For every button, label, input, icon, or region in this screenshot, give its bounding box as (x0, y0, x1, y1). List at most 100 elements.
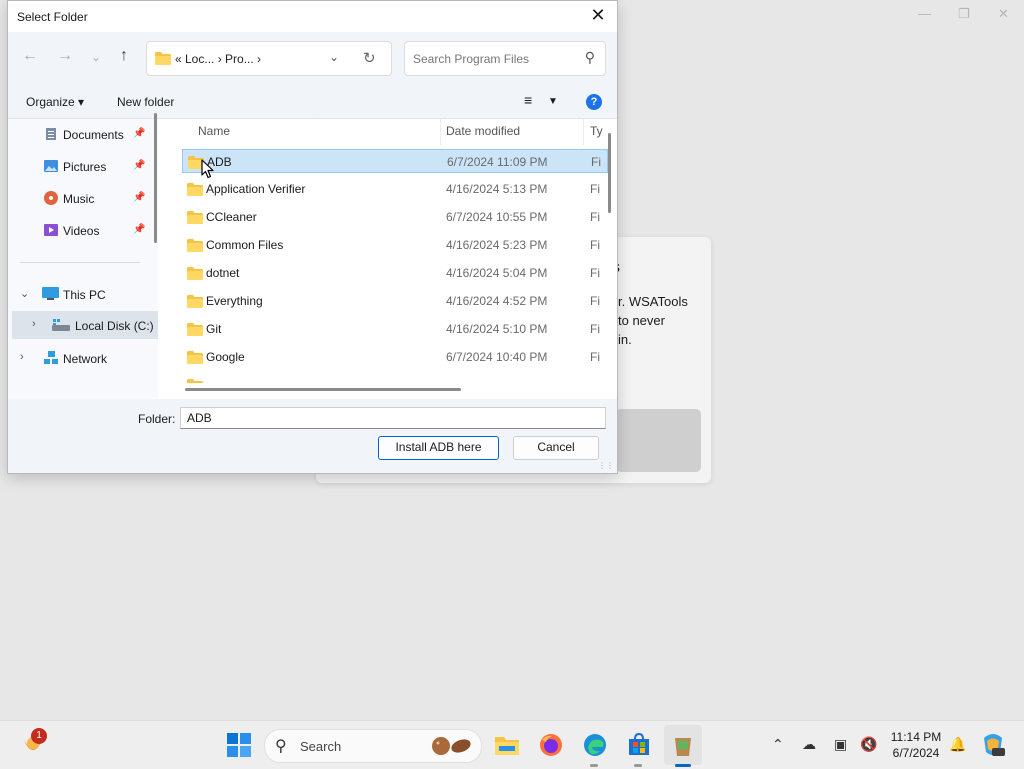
file-type: Fi (590, 238, 600, 252)
address-path[interactable]: « Loc... › Pro... › (175, 52, 261, 66)
notification-bell-icon[interactable]: 🔔 (949, 736, 966, 753)
address-bar[interactable]: « Loc... › Pro... › ⌄ ↻ (146, 41, 392, 76)
file-row-google[interactable]: Google 6/7/2024 10:40 PM Fi (182, 345, 608, 369)
nav-item-this-pc[interactable]: ⌄ This PC (8, 280, 158, 308)
nav-item-videos[interactable]: Videos 📌 (8, 216, 158, 244)
restore-icon[interactable]: ❐ (958, 6, 970, 22)
file-type: Fi (590, 210, 600, 224)
nav-item-label: Music (63, 192, 95, 206)
search-input[interactable] (411, 49, 575, 69)
file-row-ccleaner[interactable]: CCleaner 6/7/2024 10:55 PM Fi (182, 205, 608, 229)
search-icon[interactable]: ⚲ (585, 49, 595, 66)
background-text-line: to never (618, 313, 665, 328)
file-type: Fi (590, 322, 600, 336)
refresh-icon[interactable]: ↻ (363, 49, 376, 67)
nav-item-local-disk[interactable]: › Local Disk (C:) (12, 311, 158, 339)
nav-item-pictures[interactable]: Pictures 📌 (8, 152, 158, 180)
forward-arrow-icon[interactable]: → (55, 47, 75, 65)
notification-badge: 1 (31, 728, 47, 744)
running-indicator (590, 764, 598, 767)
edge-icon[interactable] (582, 732, 608, 758)
nav-item-label: Local Disk (C:) (75, 319, 154, 333)
file-date: 4/16/2024 5:10 PM (446, 322, 548, 336)
address-dropdown-chevron-icon[interactable]: ⌄ (329, 50, 339, 64)
nav-item-label: Network (63, 352, 108, 366)
chevron-right-icon[interactable]: › (20, 351, 24, 363)
close-icon[interactable]: ✕ (587, 5, 609, 26)
search-icon: ⚲ (275, 738, 287, 755)
volume-muted-icon[interactable]: 🔇 (860, 736, 877, 753)
background-dialog-button[interactable] (616, 409, 701, 472)
chevron-right-icon[interactable]: › (32, 318, 36, 330)
nav-item-network[interactable]: › Network (8, 344, 158, 372)
firefox-icon[interactable] (538, 732, 564, 758)
folder-name-field[interactable] (180, 407, 606, 429)
file-type: Fi (590, 350, 600, 364)
file-list-vertical-scrollbar[interactable] (608, 133, 611, 213)
install-adb-button[interactable]: Install ADB here (378, 436, 499, 460)
command-bar: Organize ▾ New folder ≡ ▼ ? (8, 84, 617, 119)
onedrive-offline-icon[interactable]: ☁ (802, 736, 816, 753)
file-name: Git (206, 322, 222, 336)
organize-button[interactable]: Organize ▾ (26, 95, 84, 109)
file-row-application-verifier[interactable]: Application Verifier 4/16/2024 5:13 PM F… (182, 177, 608, 201)
dialog-footer: Folder: Install ADB here Cancel ⋮⋮ (8, 399, 617, 473)
network-icon (44, 351, 58, 364)
column-header-type[interactable]: Ty (590, 124, 603, 138)
new-folder-button[interactable]: New folder (117, 95, 174, 109)
view-dropdown-chevron-icon[interactable]: ▼ (548, 96, 558, 107)
network-icon[interactable]: ▣ (834, 736, 847, 753)
view-options-icon[interactable]: ≡ (524, 92, 532, 108)
close-icon[interactable]: ✕ (998, 6, 1009, 22)
wsatools-app-icon[interactable] (670, 732, 696, 758)
clock-date: 6/7/2024 (892, 746, 940, 760)
file-explorer-icon[interactable] (494, 732, 520, 758)
column-divider[interactable] (440, 119, 441, 145)
minimize-icon[interactable]: — (918, 6, 931, 21)
pin-icon: 📌 (133, 224, 146, 235)
dialog-title: Select Folder (17, 10, 88, 24)
folder-icon (187, 295, 203, 308)
search-box[interactable]: ⚲ (404, 41, 606, 76)
file-date: 6/7/2024 11:09 PM (447, 155, 548, 169)
pin-icon: 📌 (133, 160, 146, 171)
resize-grip-icon[interactable]: ⋮⋮ (598, 461, 614, 470)
background-text-line: in. (618, 332, 632, 347)
nav-item-documents[interactable]: Documents 📌 (8, 120, 158, 148)
recent-locations-chevron-icon[interactable]: ⌄ (86, 51, 106, 64)
back-arrow-icon[interactable]: ← (20, 47, 40, 65)
folder-icon (187, 351, 203, 364)
column-divider[interactable] (583, 119, 584, 145)
copilot-icon[interactable] (980, 732, 1006, 758)
start-windows-icon[interactable] (226, 732, 252, 758)
file-row-git[interactable]: Git 4/16/2024 5:10 PM Fi (182, 317, 608, 341)
microsoft-store-icon[interactable] (626, 732, 652, 758)
file-row-adb[interactable]: ADB 6/7/2024 11:09 PM Fi (182, 149, 608, 173)
file-list-horizontal-scrollbar[interactable] (185, 388, 461, 391)
taskbar: 1 ⚲ Search ⌃ ☁ ▣ 🔇 11:14 PM 6/7/2024 🔔 (0, 720, 1024, 769)
column-header-date-modified[interactable]: Date modified (446, 124, 520, 138)
nav-pane-scrollbar[interactable] (154, 113, 157, 243)
up-arrow-icon[interactable]: ↑ (114, 47, 134, 65)
file-name: Everything (206, 294, 263, 308)
help-icon[interactable]: ? (586, 94, 602, 110)
column-header-name[interactable]: Name (198, 124, 230, 138)
background-dialog-text: r. WSATools to never in. (618, 292, 688, 349)
file-name: Application Verifier (206, 182, 306, 196)
show-hidden-icons-chevron-icon[interactable]: ⌃ (772, 736, 784, 753)
file-row-everything[interactable]: Everything 4/16/2024 4:52 PM Fi (182, 289, 608, 313)
file-row-dotnet[interactable]: dotnet 4/16/2024 5:04 PM Fi (182, 261, 608, 285)
nav-item-music[interactable]: Music 📌 (8, 184, 158, 212)
file-row-partial[interactable] (182, 373, 608, 383)
background-text-line: r. WSATools (618, 294, 688, 309)
file-row-common-files[interactable]: Common Files 4/16/2024 5:23 PM Fi (182, 233, 608, 257)
taskbar-clock[interactable]: 11:14 PM 6/7/2024 (888, 729, 944, 761)
navigation-pane: Documents 📌 Pictures 📌 Music 📌 Videos 📌 … (8, 119, 158, 399)
chevron-down-icon[interactable]: ⌄ (20, 287, 29, 300)
taskbar-search[interactable]: ⚲ Search (264, 729, 482, 763)
file-name: CCleaner (206, 210, 257, 224)
cancel-button[interactable]: Cancel (513, 436, 599, 460)
sort-ascending-icon: ⌃ (311, 119, 320, 127)
pin-icon: 📌 (133, 192, 146, 203)
column-header-row: ⌃ Name Date modified Ty (166, 119, 608, 145)
